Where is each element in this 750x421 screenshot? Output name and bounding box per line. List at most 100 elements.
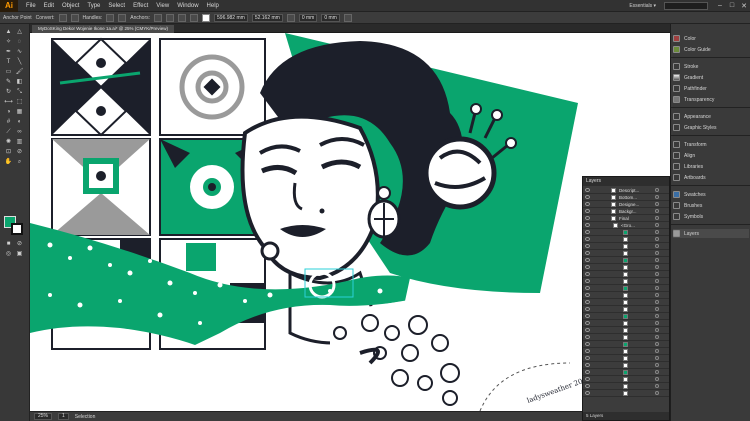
fill-swatch-small[interactable]: [202, 13, 211, 22]
layer-name[interactable]: Bottom...: [619, 194, 637, 201]
dock-item-transparency[interactable]: Transparency: [673, 95, 749, 104]
target-circle-icon[interactable]: [655, 335, 659, 339]
target-circle-icon[interactable]: [655, 314, 659, 318]
target-circle-icon[interactable]: [655, 384, 659, 388]
rectangle-tool-icon[interactable]: ▭: [4, 68, 13, 76]
layer-row[interactable]: [583, 264, 669, 271]
zoom-tool-icon[interactable]: ⌕: [15, 158, 24, 166]
draw-mode-icon[interactable]: ◎: [4, 250, 13, 258]
layer-row[interactable]: [583, 390, 669, 397]
dock-item-brushes[interactable]: Brushes: [673, 201, 749, 210]
layer-row[interactable]: [583, 348, 669, 355]
free-transform-tool-icon[interactable]: ⬚: [15, 98, 24, 106]
menu-window[interactable]: Window: [173, 3, 202, 9]
visibility-eye-icon[interactable]: [585, 391, 590, 395]
visibility-eye-icon[interactable]: [585, 188, 590, 192]
zoom-field[interactable]: 25%: [34, 413, 53, 420]
target-circle-icon[interactable]: [655, 202, 659, 206]
layer-row[interactable]: [583, 292, 669, 299]
menu-type[interactable]: Type: [83, 3, 104, 9]
target-circle-icon[interactable]: [655, 307, 659, 311]
visibility-eye-icon[interactable]: [585, 328, 590, 332]
target-circle-icon[interactable]: [655, 377, 659, 381]
curvature-tool-icon[interactable]: ∿: [15, 48, 24, 56]
layer-name[interactable]: Backgr...: [619, 208, 637, 215]
visibility-eye-icon[interactable]: [585, 300, 590, 304]
visibility-eye-icon[interactable]: [585, 195, 590, 199]
link-icon[interactable]: [286, 13, 295, 22]
document-tab[interactable]: MyDoSKing Dekor Wojenie Ikone 1a.ai* @ 2…: [32, 25, 175, 33]
anchor-remove-icon[interactable]: [154, 13, 163, 22]
layer-row[interactable]: [583, 376, 669, 383]
visibility-eye-icon[interactable]: [585, 384, 590, 388]
layer-row[interactable]: <Gro...: [583, 222, 669, 229]
pen-tool-icon[interactable]: ✒: [4, 48, 13, 56]
direct-selection-tool-icon[interactable]: △: [15, 28, 24, 36]
target-circle-icon[interactable]: [655, 293, 659, 297]
target-circle-icon[interactable]: [655, 321, 659, 325]
dock-item-graphic-styles[interactable]: Graphic Styles: [673, 123, 749, 132]
visibility-eye-icon[interactable]: [585, 293, 590, 297]
layer-name[interactable]: <Gro...: [621, 222, 635, 229]
layer-row[interactable]: [583, 299, 669, 306]
dock-item-color[interactable]: Color: [673, 34, 749, 43]
target-circle-icon[interactable]: [655, 258, 659, 262]
visibility-eye-icon[interactable]: [585, 314, 590, 318]
stroke-color-swatch[interactable]: [11, 223, 23, 235]
target-circle-icon[interactable]: [655, 391, 659, 395]
line-tool-icon[interactable]: ╲: [15, 58, 24, 66]
dock-item-swatches[interactable]: Swatches: [673, 190, 749, 199]
target-circle-icon[interactable]: [655, 279, 659, 283]
layer-row[interactable]: [583, 327, 669, 334]
gradient-tool-icon[interactable]: ◐: [15, 118, 24, 126]
perspective-grid-tool-icon[interactable]: ▦: [15, 108, 24, 116]
visibility-eye-icon[interactable]: [585, 272, 590, 276]
visibility-eye-icon[interactable]: [585, 356, 590, 360]
layer-row[interactable]: [583, 362, 669, 369]
layer-row[interactable]: [583, 257, 669, 264]
layer-row[interactable]: [583, 383, 669, 390]
column-graph-tool-icon[interactable]: ▥: [15, 138, 24, 146]
layer-row[interactable]: [583, 313, 669, 320]
layer-row[interactable]: [583, 271, 669, 278]
dock-item-align[interactable]: Align: [673, 151, 749, 160]
layer-row[interactable]: [583, 243, 669, 250]
visibility-eye-icon[interactable]: [585, 377, 590, 381]
dock-item-layers[interactable]: Layers: [673, 229, 749, 238]
layer-row[interactable]: [583, 306, 669, 313]
minimize-button[interactable]: –: [714, 2, 726, 9]
target-circle-icon[interactable]: [655, 244, 659, 248]
layer-row[interactable]: [583, 320, 669, 327]
maximize-button[interactable]: □: [726, 2, 738, 9]
visibility-eye-icon[interactable]: [585, 349, 590, 353]
visibility-eye-icon[interactable]: [585, 279, 590, 283]
visibility-eye-icon[interactable]: [585, 251, 590, 255]
visibility-eye-icon[interactable]: [585, 370, 590, 374]
workspace-switcher[interactable]: Essentials ▾: [629, 3, 656, 9]
layer-row[interactable]: Bottom...: [583, 194, 669, 201]
y-field[interactable]: 52.162 mm: [251, 13, 283, 22]
dock-item-pathfinder[interactable]: Pathfinder: [673, 84, 749, 93]
layer-row[interactable]: [583, 236, 669, 243]
visibility-eye-icon[interactable]: [585, 223, 590, 227]
target-circle-icon[interactable]: [655, 188, 659, 192]
target-circle-icon[interactable]: [655, 328, 659, 332]
layer-row[interactable]: [583, 334, 669, 341]
layer-row[interactable]: [583, 369, 669, 376]
color-mode-icon[interactable]: ■: [4, 240, 13, 248]
hand-tool-icon[interactable]: ✋: [4, 158, 13, 166]
slice-tool-icon[interactable]: ⊘: [15, 148, 24, 156]
search-input[interactable]: [664, 1, 708, 10]
target-circle-icon[interactable]: [655, 363, 659, 367]
dock-item-color-guide[interactable]: Color Guide: [673, 45, 749, 54]
height-field[interactable]: 0 mm: [321, 13, 340, 22]
dock-item-gradient[interactable]: Gradient: [673, 73, 749, 82]
visibility-eye-icon[interactable]: [585, 230, 590, 234]
width-tool-icon[interactable]: ⟷: [4, 98, 13, 106]
visibility-eye-icon[interactable]: [585, 202, 590, 206]
target-circle-icon[interactable]: [655, 349, 659, 353]
menu-file[interactable]: File: [22, 3, 40, 9]
visibility-eye-icon[interactable]: [585, 363, 590, 367]
screen-mode-icon[interactable]: ▣: [15, 250, 24, 258]
width-field[interactable]: 0 mm: [298, 13, 318, 22]
